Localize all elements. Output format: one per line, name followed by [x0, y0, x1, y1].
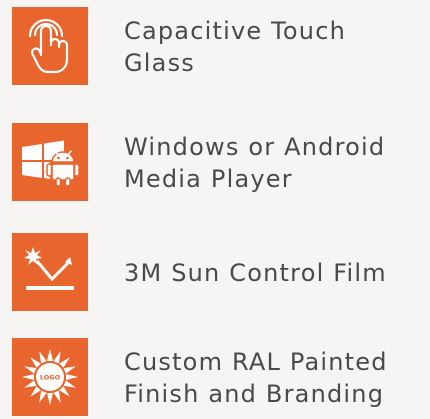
feature-ral-finish-branding: LOGO Custom RAL Painted Finish and Brand… — [12, 338, 422, 418]
sun-reflection-icon — [12, 233, 88, 311]
feature-sun-control-film: 3M Sun Control Film — [12, 233, 422, 313]
feature-touch-glass: Capacitive Touch Glass — [12, 7, 422, 87]
feature-label: 3M Sun Control Film — [124, 259, 387, 287]
windows-android-icon — [12, 123, 88, 201]
feature-label: Windows or Android Media Player — [124, 133, 386, 193]
feature-label: Custom RAL Painted Finish and Branding — [124, 348, 388, 408]
feature-media-player: Windows or Android Media Player — [12, 123, 422, 203]
feature-label: Capacitive Touch Glass — [124, 17, 347, 77]
touch-hand-icon — [12, 7, 88, 85]
logo-text: LOGO — [40, 374, 61, 382]
sun-logo-icon: LOGO — [12, 338, 88, 416]
feature-list: Capacitive Touch Glass Windows or Androi… — [0, 0, 430, 419]
